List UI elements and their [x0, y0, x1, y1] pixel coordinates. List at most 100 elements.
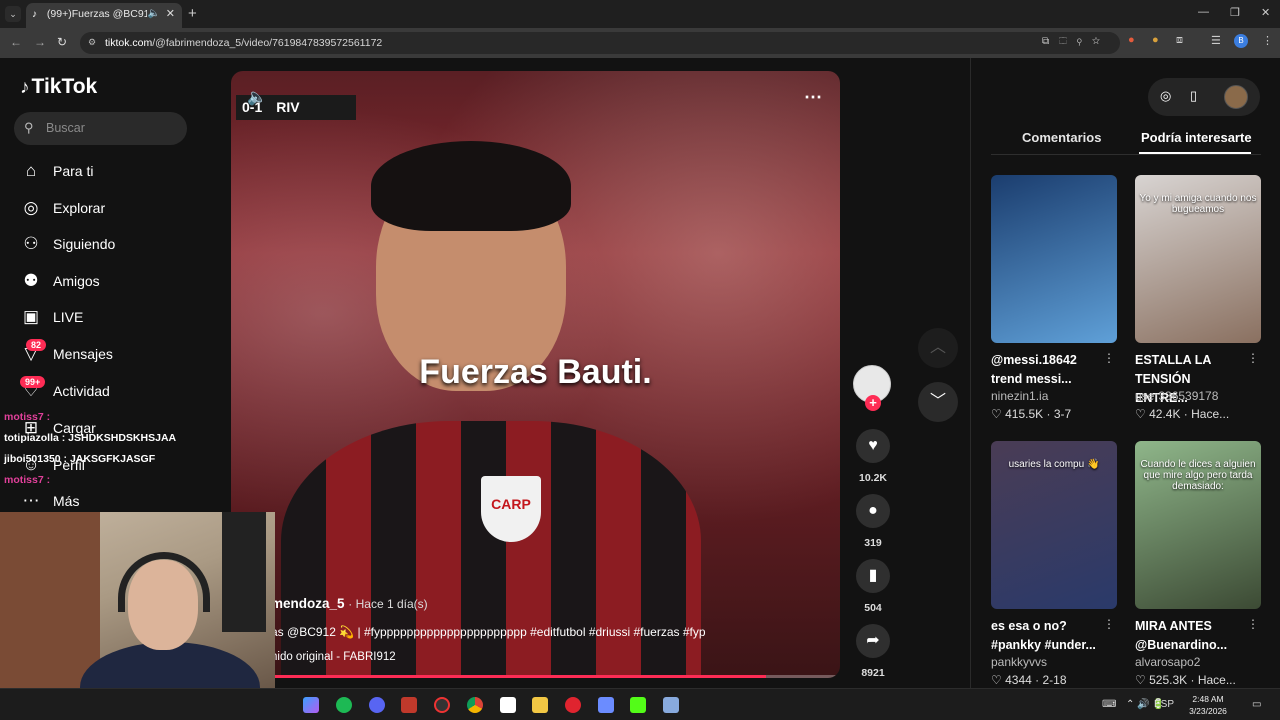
tab-comentarios[interactable]: Comentarios: [1022, 130, 1101, 145]
volume-icon[interactable]: 🔈: [247, 87, 267, 107]
previous-video-button[interactable]: ︿: [918, 328, 958, 368]
comment-button[interactable]: ●: [856, 494, 890, 528]
sidebar-item-live[interactable]: ▣ LIVE: [20, 304, 220, 334]
card-title[interactable]: es esa o no? #pankky #under...: [991, 617, 1101, 655]
webcam-background-figure: [222, 512, 266, 632]
video-author[interactable]: mendoza_5 · Hace 1 día(s): [271, 596, 428, 611]
sidebar-item-amigos[interactable]: ⚉ Amigos: [20, 268, 220, 298]
card-thumbnail[interactable]: [991, 175, 1117, 343]
card-more-icon[interactable]: ⋮: [1103, 617, 1115, 631]
extension-icon-2[interactable]: ●: [1152, 34, 1159, 46]
chrome-icon[interactable]: [467, 697, 483, 713]
card-thumbnail[interactable]: Cuando le dices a alguien que mire algo …: [1135, 441, 1261, 609]
spotify-icon[interactable]: [336, 697, 352, 713]
tab-close-icon[interactable]: ✕: [166, 7, 175, 20]
card-more-icon[interactable]: ⋮: [1247, 617, 1259, 631]
restore-icon[interactable]: ❐: [1230, 6, 1240, 19]
opera-icon[interactable]: [565, 697, 581, 713]
app-icon-blue[interactable]: [598, 697, 614, 713]
card-likes: 525.3K: [1149, 673, 1188, 687]
card-thumbnail[interactable]: Yo y mi amiga cuando nos bugueamos: [1135, 175, 1261, 343]
forward-icon[interactable]: →: [34, 35, 46, 49]
discord-icon[interactable]: [369, 697, 385, 713]
tab-audio-icon[interactable]: 🔈: [148, 8, 160, 19]
search-input[interactable]: ⚲ Buscar: [14, 112, 187, 145]
window-close-icon[interactable]: ✕: [1261, 6, 1270, 19]
save-button[interactable]: ▮: [856, 559, 890, 593]
sidebar-item-siguiendo[interactable]: ⚇ Siguiendo: [20, 231, 220, 261]
card-thumbnail[interactable]: usaries la compu 👋: [991, 441, 1117, 609]
tiktok-logo[interactable]: ♪TikTok: [20, 75, 97, 99]
card-username[interactable]: alvarosapo2: [1135, 655, 1200, 669]
app-icon-white[interactable]: [500, 697, 516, 713]
notification-icon[interactable]: ▭: [1252, 699, 1261, 710]
kick-icon[interactable]: [630, 697, 646, 713]
video-player[interactable]: CARP 0-1 RIV 🔈 ⋯ Fuerzas Bauti. mendoza_5…: [231, 71, 840, 678]
card-more-icon[interactable]: ⋮: [1247, 351, 1259, 365]
file-explorer-icon[interactable]: [532, 697, 548, 713]
card-more-icon[interactable]: ⋮: [1103, 351, 1115, 365]
back-icon[interactable]: ←: [10, 35, 22, 49]
new-tab-button[interactable]: +: [188, 5, 197, 22]
reading-list-icon[interactable]: ☰: [1211, 34, 1221, 47]
video-sound-link[interactable]: nido original - FABRI912: [271, 651, 396, 663]
windows-taskbar: ⌨ ⌃ 🔊 🔋 ESP 2:48 AM 3/23/2026 ▭: [0, 688, 1280, 720]
browser-tab-active[interactable]: ♪ (99+)Fuerzas @BC912 ⁿᴬ 🔈 ✕: [26, 3, 182, 28]
extensions-puzzle-icon[interactable]: ⧈: [1176, 34, 1183, 47]
headphones-icon: [118, 552, 210, 612]
share-button[interactable]: ➦: [856, 624, 890, 658]
copilot-icon[interactable]: [303, 697, 319, 713]
recommendation-panel: ◎ ▯ Comentarios Podría interesarte @mess…: [970, 58, 1280, 688]
save-count: 504: [864, 602, 882, 614]
app-icon-red[interactable]: [401, 697, 417, 713]
card-stats: ♡ 525.3K · Hace...: [1135, 673, 1236, 687]
follow-button[interactable]: +: [865, 395, 881, 411]
video-progress-bar[interactable]: [271, 675, 840, 678]
sidebar-item-actividad[interactable]: ♡ Actividad 99+: [20, 376, 220, 408]
tab-list-button[interactable]: ⌄: [5, 6, 21, 22]
friends-icon: ⚉: [23, 271, 39, 290]
language-indicator[interactable]: ESP: [1154, 699, 1174, 710]
chat-message: motiss7 :: [4, 411, 50, 423]
explore-compass-icon[interactable]: ◎: [1160, 88, 1171, 104]
taskbar-clock[interactable]: 2:48 AM 3/23/2026: [1178, 693, 1238, 717]
sidebar-item-mensajes[interactable]: ▽ Mensajes 82: [20, 339, 220, 371]
chat-username: motiss7 :: [4, 474, 51, 486]
compass-icon: ◎: [23, 198, 39, 217]
video-more-icon[interactable]: ⋯: [804, 87, 822, 108]
card-likes: 415.5K: [1005, 407, 1044, 421]
card-title[interactable]: @messi.18642 trend messi...: [991, 351, 1101, 389]
chat-username: motiss7 :: [4, 411, 51, 423]
obs-icon[interactable]: [434, 697, 450, 713]
chevron-down-icon: ﹀: [929, 393, 946, 410]
extension-icon[interactable]: ●: [1128, 34, 1135, 46]
site-info-icon[interactable]: ⚙: [88, 37, 96, 48]
chat-text: JSHDKSHDSKHSJAA: [68, 432, 177, 444]
keyboard-icon[interactable]: ⌨: [1102, 699, 1116, 710]
bookmark-icon: ▮: [868, 567, 878, 584]
url-field[interactable]: ⚙ tiktok.com/@fabrimendoza_5/video/76198…: [80, 32, 1120, 54]
minimize-icon[interactable]: —: [1198, 6, 1209, 18]
browser-profile-avatar[interactable]: B: [1234, 34, 1248, 48]
user-avatar[interactable]: [1224, 85, 1248, 109]
tab-podria-interesarte[interactable]: Podría interesarte: [1141, 130, 1252, 145]
club-crest: CARP: [481, 476, 541, 542]
next-video-button[interactable]: ﹀: [918, 382, 958, 422]
card-likes: 4344: [1005, 673, 1032, 687]
sidebar-item-para-ti[interactable]: ⌂ Para ti: [20, 158, 220, 188]
comment-icon: ●: [868, 502, 878, 519]
chat-message: totipiazolla : JSHDKSHDSKHSJAA: [4, 432, 176, 444]
sidebar-item-explorar[interactable]: ◎ Explorar: [20, 195, 220, 225]
like-button[interactable]: ♥: [856, 429, 890, 463]
card-stats: ♡ 42.4K · Hace...: [1135, 407, 1230, 421]
card-username[interactable]: user336539178: [1135, 389, 1218, 403]
card-username[interactable]: ninezin1.ia: [991, 389, 1048, 403]
heart-outline-icon: ♡: [991, 407, 1002, 421]
card-title[interactable]: MIRA ANTES @Buenardino...: [1135, 617, 1245, 655]
browser-menu-icon[interactable]: ⋮: [1262, 34, 1273, 47]
omnibox-action-icons[interactable]: ⧉⬚⚲☆: [1042, 36, 1110, 47]
reload-icon[interactable]: ↻: [57, 35, 67, 49]
card-username[interactable]: pankkyvvs: [991, 655, 1047, 669]
app-icon-notes[interactable]: [663, 697, 679, 713]
mobile-app-icon[interactable]: ▯: [1190, 88, 1197, 104]
